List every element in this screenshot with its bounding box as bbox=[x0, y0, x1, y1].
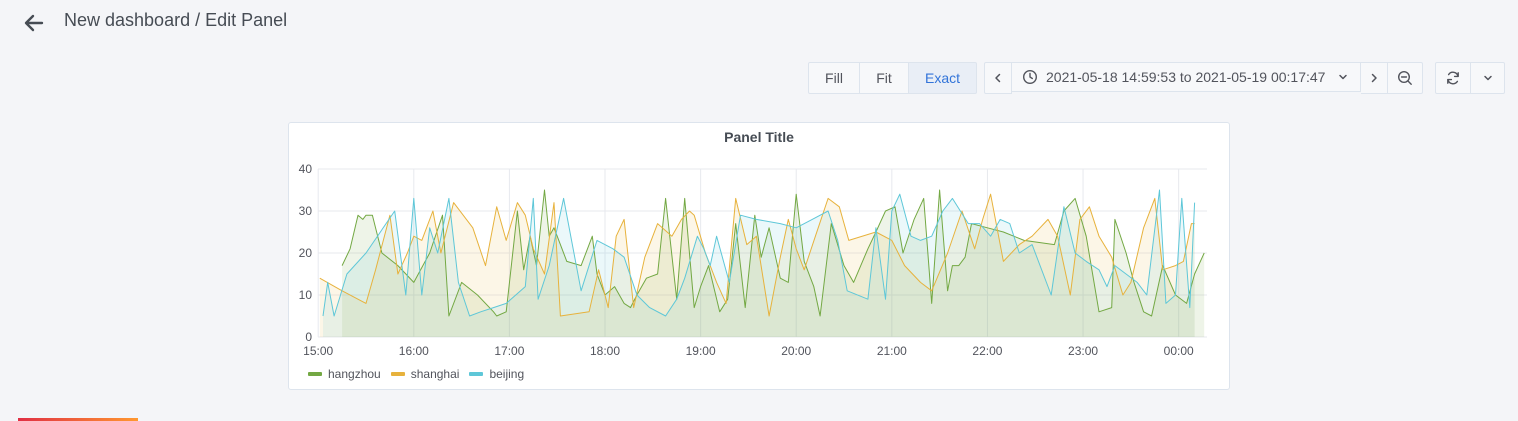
exact-mode-button[interactable]: Exact bbox=[909, 62, 977, 94]
chevron-down-icon bbox=[1339, 74, 1348, 80]
legend-item-hangzhou[interactable]: hangzhou bbox=[308, 367, 381, 381]
legend-item-beijing[interactable]: beijing bbox=[469, 367, 524, 381]
x-tick-label: 17:00 bbox=[494, 344, 524, 358]
legend-swatch bbox=[308, 372, 322, 376]
x-tick-label: 00:00 bbox=[1164, 344, 1194, 358]
time-range-forward-button[interactable] bbox=[1361, 62, 1388, 94]
fill-mode-button[interactable]: Fill bbox=[808, 62, 860, 94]
x-tick-label: 19:00 bbox=[686, 344, 716, 358]
back-button[interactable] bbox=[20, 9, 48, 37]
panel: Panel Title 0 10 20 30 40 15:00 16:00 17:00 18:0… bbox=[288, 122, 1230, 390]
x-tick-label: 15:00 bbox=[303, 344, 333, 358]
fit-mode-button[interactable]: Fit bbox=[860, 62, 909, 94]
chevron-down-icon bbox=[1483, 75, 1492, 81]
legend-label: hangzhou bbox=[328, 367, 381, 381]
page-title: New dashboard / Edit Panel bbox=[64, 10, 288, 30]
x-tick-label: 20:00 bbox=[781, 344, 811, 358]
refresh-button[interactable] bbox=[1435, 62, 1471, 94]
y-tick-label: 20 bbox=[299, 246, 313, 260]
legend-swatch bbox=[390, 372, 405, 376]
zoom-out-button[interactable] bbox=[1388, 62, 1423, 94]
refresh-interval-button[interactable] bbox=[1471, 62, 1505, 94]
x-tick-label: 18:00 bbox=[590, 344, 620, 358]
view-mode-group: Fill Fit Exact bbox=[808, 62, 977, 94]
refresh-group bbox=[1435, 62, 1505, 94]
clock-icon bbox=[1022, 69, 1038, 85]
arrow-left-icon bbox=[24, 14, 44, 32]
sync-icon bbox=[1447, 71, 1459, 85]
x-tick-label: 21:00 bbox=[877, 344, 907, 358]
time-picker-group: 2021-05-18 14:59:53 to 2021-05-19 00:17:… bbox=[984, 62, 1423, 94]
legend-label: beijing bbox=[489, 367, 525, 381]
time-range-back-button[interactable] bbox=[984, 62, 1012, 94]
time-range-picker[interactable]: 2021-05-18 14:59:53 to 2021-05-19 00:17:… bbox=[1012, 62, 1361, 92]
x-tick-label: 16:00 bbox=[399, 344, 429, 358]
legend-label: shanghai bbox=[410, 367, 460, 381]
x-tick-label: 22:00 bbox=[972, 344, 1002, 358]
y-tick-label: 40 bbox=[299, 162, 313, 176]
legend: hangzhou shanghai beijing bbox=[308, 367, 524, 381]
y-tick-label: 0 bbox=[305, 330, 312, 344]
legend-swatch bbox=[469, 372, 484, 376]
chevron-left-icon bbox=[995, 73, 1001, 83]
chevron-right-icon bbox=[1371, 73, 1377, 83]
time-range-label: 2021-05-18 14:59:53 to 2021-05-19 00:17:… bbox=[1046, 69, 1326, 85]
zoom-out-icon bbox=[1397, 70, 1412, 85]
x-tick-label: 23:00 bbox=[1068, 344, 1098, 358]
y-tick-label: 10 bbox=[299, 288, 313, 302]
legend-item-shanghai[interactable]: shanghai bbox=[390, 367, 460, 381]
y-tick-label: 30 bbox=[299, 204, 313, 218]
time-series-chart: 0 10 20 30 40 15:00 16:00 17:00 18:00 19:00 20:00 2… bbox=[299, 162, 1207, 358]
